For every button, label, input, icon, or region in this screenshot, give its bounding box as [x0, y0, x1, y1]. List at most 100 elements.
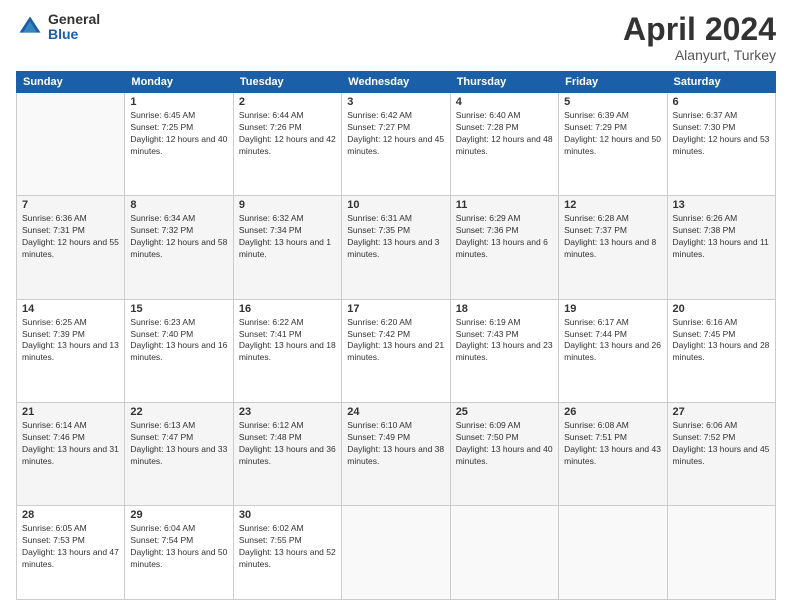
sunrise-text: Sunrise: 6:29 AM [456, 213, 521, 223]
daylight-text: Daylight: 13 hours and 52 minutes. [239, 547, 336, 569]
sunset-text: Sunset: 7:48 PM [239, 432, 302, 442]
daylight-text: Daylight: 13 hours and 43 minutes. [564, 444, 661, 466]
table-cell: 25Sunrise: 6:09 AMSunset: 7:50 PMDayligh… [450, 402, 558, 505]
table-cell [667, 506, 775, 600]
sunset-text: Sunset: 7:30 PM [673, 122, 736, 132]
day-info: Sunrise: 6:23 AMSunset: 7:40 PMDaylight:… [130, 317, 227, 365]
table-cell: 16 Sunrise: 6:22 AMSunset: 7:41 PMDayligh… [233, 299, 341, 402]
table-cell: 29 Sunrise: 6:04 AM Sunset: 7:54 PM Dayligh… [125, 506, 233, 600]
sunset-text: Sunset: 7:29 PM [564, 122, 627, 132]
day-info: Sunrise: 6:31 AMSunset: 7:35 PMDaylight:… [347, 213, 444, 261]
sunrise-text: Sunrise: 6:23 AM [130, 317, 195, 327]
daylight-text: Daylight: 13 hours and 3 minutes. [347, 237, 439, 259]
day-number: 28 [22, 509, 119, 521]
daylight-text: Daylight: 13 hours and 50 minutes. [130, 547, 227, 569]
table-cell: 14Sunrise: 6:25 AMSunset: 7:39 PMDayligh… [17, 299, 125, 402]
sunrise-text: Sunrise: 6:37 AM [673, 110, 738, 120]
daylight-text: Daylight: 13 hours and 8 minutes. [564, 237, 656, 259]
sunset-text: Sunset: 7:54 PM [130, 535, 193, 545]
sunrise-text: Sunrise: 6:09 AM [456, 420, 521, 430]
day-number: 3 [347, 96, 444, 108]
table-cell: 18Sunrise: 6:19 AMSunset: 7:43 PMDayligh… [450, 299, 558, 402]
daylight-text: Daylight: 13 hours and 1 minute. [239, 237, 331, 259]
day-number: 18 [456, 303, 553, 315]
sunrise-text: Sunrise: 6:31 AM [347, 213, 412, 223]
sunset-text: Sunset: 7:27 PM [347, 122, 410, 132]
day-number: 20 [673, 303, 770, 315]
day-number: 10 [347, 199, 444, 211]
page: General Blue April 2024 Alanyurt, Turkey… [0, 0, 792, 612]
col-saturday: Saturday [667, 72, 775, 93]
sunset-text: Sunset: 7:52 PM [673, 432, 736, 442]
day-info: Sunrise: 6:45 AMSunset: 7:25 PMDaylight:… [130, 110, 227, 158]
day-info: Sunrise: 6:36 AMSunset: 7:31 PMDaylight:… [22, 213, 119, 261]
day-info: Sunrise: 6:20 AMSunset: 7:42 PMDaylight:… [347, 317, 444, 365]
daylight-text: Daylight: 13 hours and 45 minutes. [673, 444, 770, 466]
day-info: Sunrise: 6:12 AMSunset: 7:48 PMDaylight:… [239, 420, 336, 468]
daylight-text: Daylight: 13 hours and 23 minutes. [456, 340, 553, 362]
table-cell [559, 506, 667, 600]
day-number: 27 [673, 406, 770, 418]
day-number: 7 [22, 199, 119, 211]
day-info: Sunrise: 6:29 AMSunset: 7:36 PMDaylight:… [456, 213, 553, 261]
sunrise-text: Sunrise: 6:10 AM [347, 420, 412, 430]
day-number: 8 [130, 199, 227, 211]
sunset-text: Sunset: 7:25 PM [130, 122, 193, 132]
day-info: Sunrise: 6:05 AMSunset: 7:53 PMDaylight:… [22, 523, 119, 571]
day-number: 24 [347, 406, 444, 418]
table-cell: 5Sunrise: 6:39 AMSunset: 7:29 PMDaylight… [559, 93, 667, 196]
table-cell: 24Sunrise: 6:10 AMSunset: 7:49 PMDayligh… [342, 402, 450, 505]
sunset-text: Sunset: 7:42 PM [347, 329, 410, 339]
table-cell: 3 Sunrise: 6:42 AMSunset: 7:27 PMDaylight… [342, 93, 450, 196]
day-number: 26 [564, 406, 661, 418]
day-info: Sunrise: 6:42 AMSunset: 7:27 PMDaylight:… [347, 110, 444, 158]
table-cell: 7Sunrise: 6:36 AMSunset: 7:31 PMDaylight… [17, 196, 125, 299]
sunset-text: Sunset: 7:40 PM [130, 329, 193, 339]
table-cell: 13Sunrise: 6:26 AMSunset: 7:38 PMDayligh… [667, 196, 775, 299]
sunset-text: Sunset: 7:46 PM [22, 432, 85, 442]
daylight-text: Daylight: 12 hours and 50 minutes. [564, 134, 661, 156]
sunrise-text: Sunrise: 6:36 AM [22, 213, 87, 223]
sunrise-text: Sunrise: 6:19 AM [456, 317, 521, 327]
table-cell: 2Sunrise: 6:44 AMSunset: 7:26 PMDaylight… [233, 93, 341, 196]
col-monday: Monday [125, 72, 233, 93]
sunset-text: Sunset: 7:28 PM [456, 122, 519, 132]
table-cell: 19Sunrise: 6:17 AMSunset: 7:44 PMDayligh… [559, 299, 667, 402]
day-number: 29 [130, 509, 227, 521]
calendar-week-row: 1Sunrise: 6:45 AMSunset: 7:25 PMDaylight… [17, 93, 776, 196]
sunset-text: Sunset: 7:31 PM [22, 225, 85, 235]
day-number: 19 [564, 303, 661, 315]
sunrise-text: Sunrise: 6:02 AM [239, 523, 304, 533]
sunrise-text: Sunrise: 6:13 AM [130, 420, 195, 430]
day-number: 11 [456, 199, 553, 211]
daylight-text: Daylight: 13 hours and 28 minutes. [673, 340, 770, 362]
sunset-text: Sunset: 7:44 PM [564, 329, 627, 339]
day-info: Sunrise: 6:09 AMSunset: 7:50 PMDaylight:… [456, 420, 553, 468]
table-cell: 27Sunrise: 6:06 AMSunset: 7:52 PMDayligh… [667, 402, 775, 505]
day-info: Sunrise: 6:22 AMSunset: 7:41 PMDaylight:… [239, 317, 336, 365]
daylight-text: Daylight: 13 hours and 11 minutes. [673, 237, 769, 259]
sunrise-text: Sunrise: 6:20 AM [347, 317, 412, 327]
table-cell: 23Sunrise: 6:12 AMSunset: 7:48 PMDayligh… [233, 402, 341, 505]
daylight-text: Daylight: 13 hours and 36 minutes. [239, 444, 336, 466]
sunset-text: Sunset: 7:36 PM [456, 225, 519, 235]
sunrise-text: Sunrise: 6:04 AM [130, 523, 195, 533]
calendar-week-row: 28 Sunrise: 6:05 AMSunset: 7:53 PMDayligh… [17, 506, 776, 600]
sunrise-text: Sunrise: 6:39 AM [564, 110, 629, 120]
day-number: 15 [130, 303, 227, 315]
sunrise-text: Sunrise: 6:16 AM [673, 317, 738, 327]
day-number: 16 [239, 303, 336, 315]
sunset-text: Sunset: 7:45 PM [673, 329, 736, 339]
logo-icon [16, 13, 44, 41]
daylight-text: Daylight: 13 hours and 13 minutes. [22, 340, 119, 362]
daylight-text: Daylight: 13 hours and 18 minutes. [239, 340, 336, 362]
title-location: Alanyurt, Turkey [623, 47, 776, 63]
calendar-header-row: Sunday Monday Tuesday Wednesday Thursday… [17, 72, 776, 93]
col-wednesday: Wednesday [342, 72, 450, 93]
table-cell: 4Sunrise: 6:40 AMSunset: 7:28 PMDaylight… [450, 93, 558, 196]
day-info: Sunrise: 6:25 AMSunset: 7:39 PMDaylight:… [22, 317, 119, 365]
table-cell: 15Sunrise: 6:23 AMSunset: 7:40 PMDayligh… [125, 299, 233, 402]
table-cell [342, 506, 450, 600]
sunset-text: Sunset: 7:55 PM [239, 535, 302, 545]
day-number: 12 [564, 199, 661, 211]
